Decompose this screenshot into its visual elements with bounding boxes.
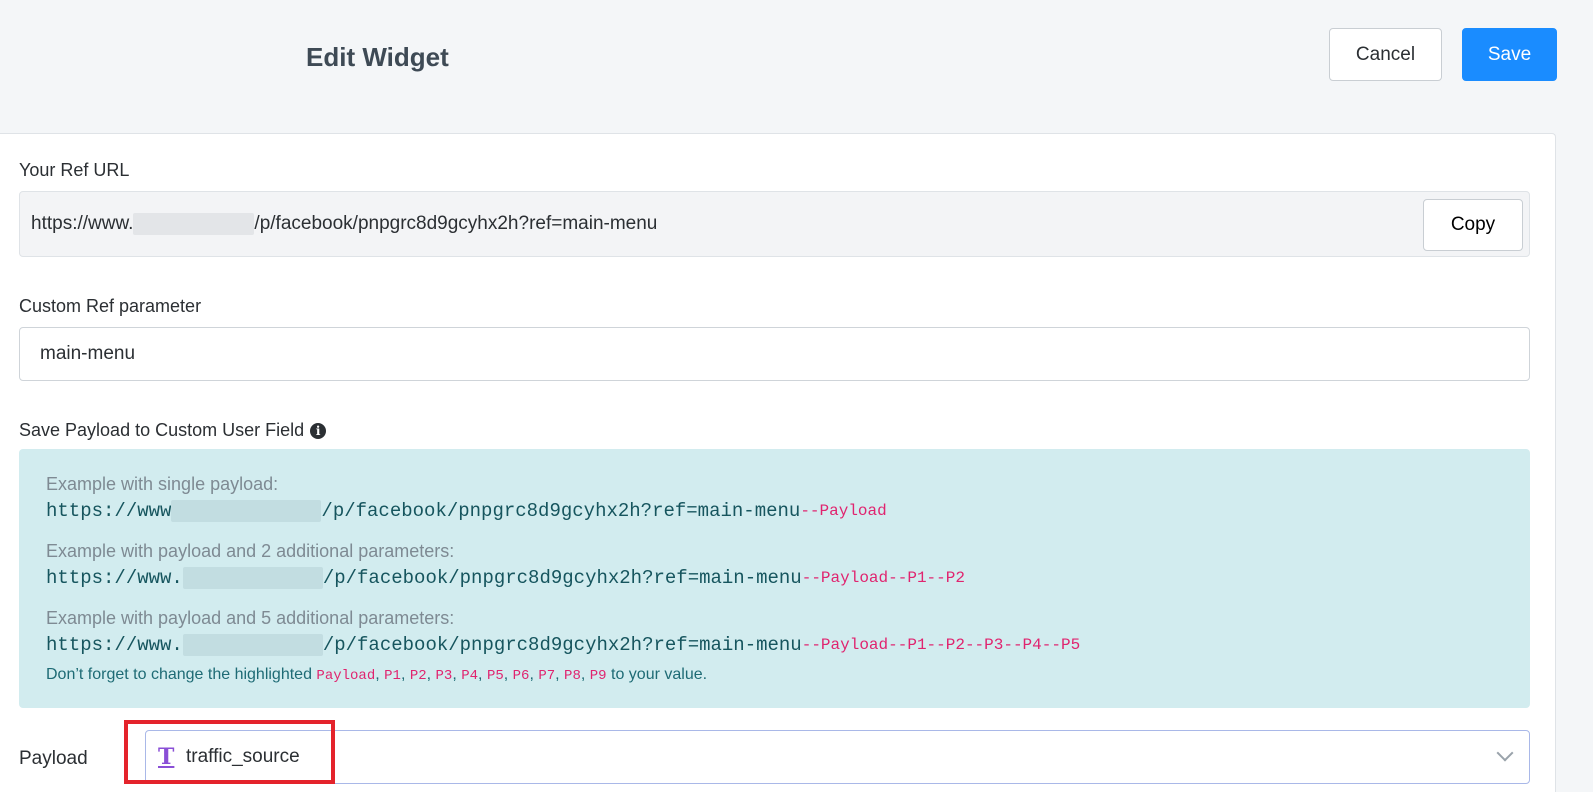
payload-field-select[interactable]: T traffic_source xyxy=(145,730,1530,784)
custom-ref-input[interactable] xyxy=(19,327,1530,381)
redacted-domain xyxy=(133,213,255,235)
save-button[interactable]: Save xyxy=(1462,28,1557,81)
note-token: P7 xyxy=(538,668,556,684)
page-header: Edit Widget Cancel Save xyxy=(0,0,1593,132)
payload-note: Don’t forget to change the highlighted P… xyxy=(46,666,708,684)
copy-button[interactable]: Copy xyxy=(1423,199,1523,251)
ref-url-label: Your Ref URL xyxy=(19,160,130,180)
example-url-suffix: /p/facebook/pnpgrc8d9gcyhx2h?ref=main-me… xyxy=(322,634,802,656)
note-token: Payload xyxy=(316,668,376,684)
note-text: Don’t forget to change the highlighted xyxy=(46,666,317,683)
ref-url-box: https://www. /p/facebook/pnpgrc8d9gcyhx2… xyxy=(19,191,1530,257)
redacted-domain xyxy=(182,634,323,656)
note-token: P6 xyxy=(512,668,530,684)
example-url: https://www /p/facebook/pnpgrc8d9gcyhx2h… xyxy=(46,500,887,522)
note-token: P3 xyxy=(435,668,453,684)
example-url-prefix: https://www xyxy=(46,500,172,522)
info-circle-icon[interactable]: i xyxy=(310,423,327,439)
save-payload-label: Save Payload to Custom User Field i xyxy=(19,420,327,441)
ref-url-text: https://www. /p/facebook/pnpgrc8d9gcyhx2… xyxy=(31,213,657,235)
note-token: P4 xyxy=(461,668,479,684)
ref-url-prefix: https://www. xyxy=(31,213,134,234)
example-label: Example with payload and 5 additional pa… xyxy=(46,608,455,628)
note-token: P2 xyxy=(409,668,427,684)
example-url-params: --Payload--P1--P2--P3--P4--P5 xyxy=(801,636,1081,654)
example-url: https://www. /p/facebook/pnpgrc8d9gcyhx2… xyxy=(46,567,965,589)
example-url-suffix: /p/facebook/pnpgrc8d9gcyhx2h?ref=main-me… xyxy=(321,500,801,522)
cancel-button[interactable]: Cancel xyxy=(1329,28,1442,81)
chevron-down-icon[interactable] xyxy=(1496,744,1514,762)
example-url-params: --Payload xyxy=(800,502,887,520)
payload-examples-box: Example with single payload: https://www… xyxy=(19,449,1530,708)
save-payload-label-text: Save Payload to Custom User Field xyxy=(19,420,305,440)
example-label: Example with single payload: xyxy=(46,474,279,494)
example-url: https://www. /p/facebook/pnpgrc8d9gcyhx2… xyxy=(46,634,1080,656)
note-token: P5 xyxy=(486,668,504,684)
highlight-annotation-frame xyxy=(124,720,335,784)
page-title: Edit Widget xyxy=(306,42,449,72)
example-url-suffix: /p/facebook/pnpgrc8d9gcyhx2h?ref=main-me… xyxy=(322,567,802,589)
payload-label: Payload xyxy=(19,748,88,769)
redacted-domain xyxy=(182,567,323,589)
note-token: P9 xyxy=(589,668,607,684)
example-url-prefix: https://www. xyxy=(46,634,183,656)
ref-url-suffix: /p/facebook/pnpgrc8d9gcyhx2h?ref=main-me… xyxy=(254,213,658,234)
note-token: P1 xyxy=(384,668,401,684)
example-url-params: --Payload--P1--P2 xyxy=(801,569,965,587)
note-token: P8 xyxy=(564,668,581,684)
redacted-domain xyxy=(171,500,322,522)
example-url-prefix: https://www. xyxy=(46,567,183,589)
note-text: to your value. xyxy=(606,666,708,683)
custom-ref-label: Custom Ref parameter xyxy=(19,296,202,316)
example-label: Example with payload and 2 additional pa… xyxy=(46,541,455,561)
